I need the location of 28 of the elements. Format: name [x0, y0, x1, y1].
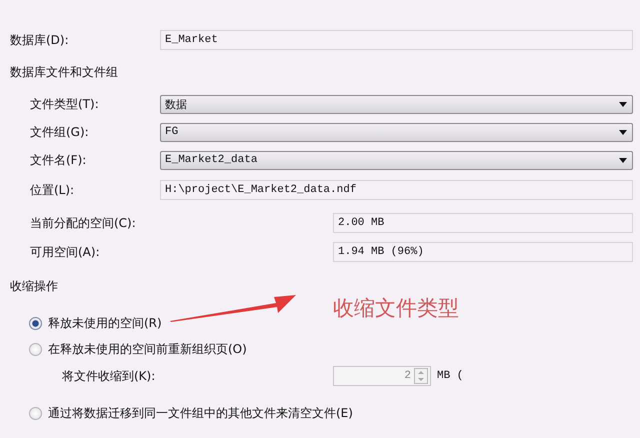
field-label: 将文件收缩到(K): — [61, 368, 156, 384]
caret-icon — [619, 158, 627, 162]
radio-button[interactable] — [29, 406, 42, 420]
dropdown[interactable]: E_Market2_data — [160, 150, 633, 170]
option-label[interactable]: 通过将数据迁移到同一文件组中的其他文件来清空文件(E) — [48, 404, 353, 422]
field-label: 数据库(D): — [9, 32, 70, 48]
dropdown[interactable]: 数据 — [160, 94, 633, 114]
field-label: 位置(L): — [29, 182, 76, 198]
field-label: 文件组(G): — [29, 124, 90, 140]
database-field[interactable]: E_Market — [160, 30, 633, 50]
field-label: 可用空间(A): — [29, 244, 101, 260]
caret-icon — [619, 130, 627, 134]
radio-button[interactable] — [29, 316, 42, 330]
field-label: 文件类型(T): — [29, 96, 100, 112]
field-label: 当前分配的空间(C): — [29, 214, 137, 232]
section-title: 数据库文件和文件组 — [9, 64, 119, 81]
section-title: 收缩操作 — [9, 278, 59, 295]
location-field[interactable]: H:\project\E_Market2_data.ndf — [160, 180, 633, 200]
unit-label: MB ( — [437, 370, 464, 382]
space-field: 1.94 MB (96%) — [333, 242, 633, 262]
annotation-text: 收缩文件类型 — [333, 295, 459, 322]
option-label[interactable]: 释放未使用的空间(R) — [48, 314, 162, 332]
space-field: 2.00 MB — [333, 213, 633, 233]
field-label: 文件名(F): — [29, 152, 88, 168]
option-label[interactable]: 在释放未使用的空间前重新组织页(O) — [48, 340, 247, 358]
dropdown[interactable]: FG — [160, 122, 633, 142]
caret-icon — [619, 102, 627, 106]
radio-button[interactable] — [29, 342, 42, 356]
